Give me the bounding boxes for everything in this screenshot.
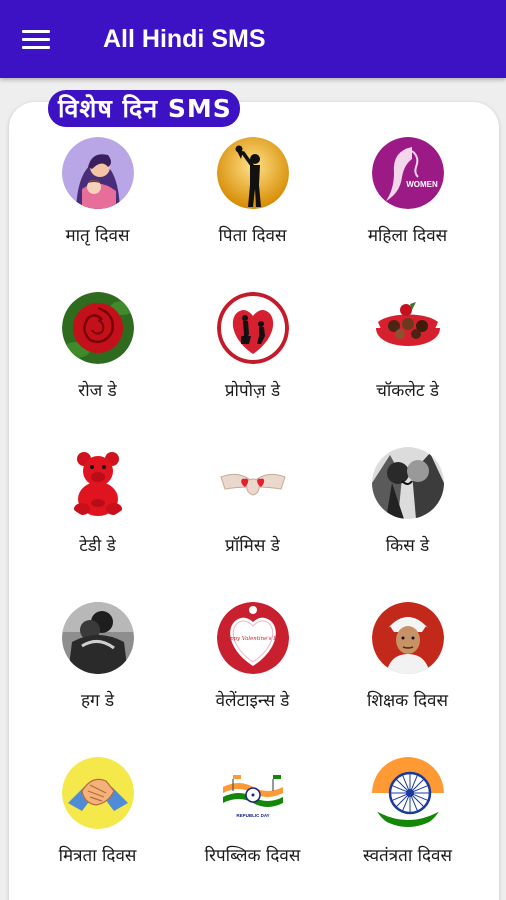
category-label: मातृ दिवस <box>65 226 130 246</box>
category-friendship-day[interactable]: मित्रता दिवस <box>20 750 175 900</box>
father-icon <box>216 137 289 209</box>
category-teddy-day[interactable]: टेडी डे <box>20 440 175 595</box>
category-label: महिला दिवस <box>367 226 448 246</box>
hug-icon <box>61 602 134 674</box>
propose-icon <box>216 292 289 364</box>
category-label: रोज डे <box>78 381 117 401</box>
category-hug-day[interactable]: हग डे <box>20 595 175 750</box>
category-rose-day[interactable]: रोज डे <box>20 285 175 440</box>
promise-icon <box>216 447 289 519</box>
teacher-icon <box>371 602 444 674</box>
category-valentines-day[interactable]: Happy Valentine's Day वेलेंटाइन्स डे <box>175 595 330 750</box>
category-label: शिक्षक दिवस <box>367 691 448 711</box>
independence-icon <box>371 757 444 829</box>
women-icon: WOMEN <box>371 137 444 209</box>
category-fathers-day[interactable]: पिता दिवस <box>175 130 330 285</box>
category-label: चॉकलेट डे <box>376 381 439 401</box>
category-grid: मातृ दिवस पिता दिवस WOMEN महिला दिवस रोज… <box>20 130 486 900</box>
friendship-icon <box>61 757 134 829</box>
app-title: All Hindi SMS <box>103 24 266 53</box>
category-label: टेडी डे <box>79 536 116 556</box>
category-mothers-day[interactable]: मातृ दिवस <box>20 130 175 285</box>
women-badge: WOMEN <box>406 180 438 189</box>
category-independence-day[interactable]: स्वतंत्रता दिवस <box>330 750 485 900</box>
category-chocolate-day[interactable]: चॉकलेट डे <box>330 285 485 440</box>
category-republic-day[interactable]: REPUBLIC DAY रिपब्लिक दिवस <box>175 750 330 900</box>
mother-icon <box>61 137 134 209</box>
app-bar: All Hindi SMS <box>0 0 506 78</box>
republic-badge: REPUBLIC DAY <box>236 813 269 818</box>
section-title: विशेष दिन SMS <box>48 90 240 127</box>
republic-icon: REPUBLIC DAY <box>216 757 289 829</box>
category-label: वेलेंटाइन्स डे <box>215 691 290 711</box>
category-womens-day[interactable]: WOMEN महिला दिवस <box>330 130 485 285</box>
category-label: किस डे <box>385 536 430 556</box>
category-label: प्रॉमिस डे <box>225 536 280 556</box>
valentine-icon: Happy Valentine's Day <box>216 602 289 674</box>
category-promise-day[interactable]: प्रॉमिस डे <box>175 440 330 595</box>
category-label: पिता दिवस <box>218 226 287 246</box>
category-teachers-day[interactable]: शिक्षक दिवस <box>330 595 485 750</box>
category-label: प्रोपोज़ डे <box>224 381 281 401</box>
category-label: रिपब्लिक दिवस <box>204 846 301 866</box>
valentine-badge: Happy Valentine's Day <box>221 636 285 642</box>
teddy-icon <box>61 447 134 519</box>
category-kiss-day[interactable]: किस डे <box>330 440 485 595</box>
category-label: स्वतंत्रता दिवस <box>362 846 452 866</box>
category-propose-day[interactable]: प्रोपोज़ डे <box>175 285 330 440</box>
menu-icon[interactable] <box>22 21 58 57</box>
category-label: मित्रता दिवस <box>58 846 137 866</box>
rose-icon <box>61 292 134 364</box>
kiss-icon <box>371 447 444 519</box>
chocolate-icon <box>371 292 444 364</box>
category-label: हग डे <box>80 691 115 711</box>
